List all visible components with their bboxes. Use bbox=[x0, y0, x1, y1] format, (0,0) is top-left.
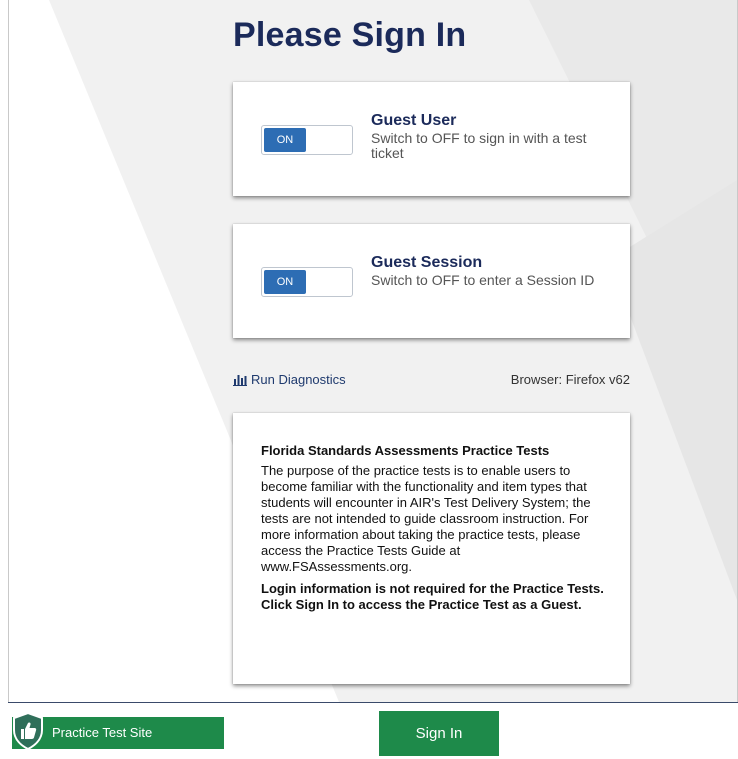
shield-thumbs-up-icon bbox=[13, 712, 43, 750]
info-content: Florida Standards Assessments Practice T… bbox=[261, 443, 606, 613]
practice-tests-info-card: Florida Standards Assessments Practice T… bbox=[233, 413, 630, 684]
practice-test-site-badge: Practice Test Site bbox=[12, 712, 224, 750]
guest-session-toggle-on-label: ON bbox=[264, 270, 306, 294]
practice-test-site-label: Practice Test Site bbox=[52, 725, 153, 740]
toggle-knob bbox=[308, 128, 350, 152]
guest-session-description: Switch to OFF to enter a Session ID bbox=[371, 272, 595, 288]
run-diagnostics-link[interactable]: Run Diagnostics bbox=[233, 372, 346, 387]
bar-chart-icon bbox=[233, 374, 247, 386]
guest-user-description: Switch to OFF to sign in with a test tic… bbox=[371, 130, 587, 161]
guest-user-card: ON Guest User Switch to OFF to sign in w… bbox=[233, 82, 630, 196]
info-login-note: Login information is not required for th… bbox=[261, 581, 604, 612]
guest-user-toggle[interactable]: ON bbox=[261, 125, 353, 155]
sign-in-button[interactable]: Sign In bbox=[379, 711, 499, 756]
guest-session-card: ON Guest Session Switch to OFF to enter … bbox=[233, 224, 630, 338]
guest-session-toggle[interactable]: ON bbox=[261, 267, 353, 297]
footer-divider bbox=[8, 702, 738, 703]
page-title: Please Sign In bbox=[233, 16, 467, 54]
info-body: The purpose of the practice tests is to … bbox=[261, 463, 591, 574]
guest-user-text: Guest User Switch to OFF to sign in with… bbox=[371, 112, 611, 161]
browser-info: Browser: Firefox v62 bbox=[510, 372, 630, 387]
sign-in-panel: Please Sign In ON Guest User Switch to O… bbox=[8, 0, 738, 702]
guest-session-title: Guest Session bbox=[371, 254, 483, 271]
toggle-knob bbox=[308, 270, 350, 294]
guest-user-title: Guest User bbox=[371, 112, 457, 129]
guest-user-toggle-on-label: ON bbox=[264, 128, 306, 152]
run-diagnostics-label: Run Diagnostics bbox=[251, 372, 346, 387]
guest-session-text: Guest Session Switch to OFF to enter a S… bbox=[371, 254, 611, 288]
info-heading: Florida Standards Assessments Practice T… bbox=[261, 443, 550, 458]
